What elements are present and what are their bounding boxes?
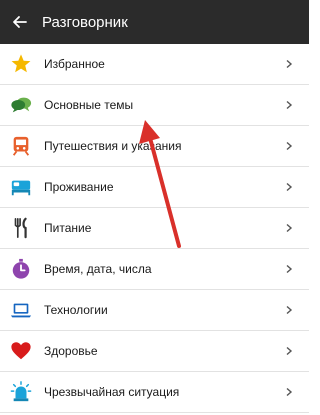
chevron-right-icon (275, 264, 303, 274)
list-item-emergency[interactable]: Чрезвычайная ситуация (0, 372, 309, 413)
list-item-label: Проживание (44, 180, 114, 194)
list-item-basic-topics[interactable]: Основные темы (0, 85, 309, 126)
list-item-technology[interactable]: Технологии (0, 290, 309, 331)
chevron-right-icon (275, 100, 303, 110)
list-item-time-date-numbers[interactable]: Время, дата, числа (0, 249, 309, 290)
list-item-health[interactable]: Здоровье (0, 331, 309, 372)
page-title: Разговорник (42, 13, 128, 31)
chevron-right-icon (275, 141, 303, 151)
list-item-food[interactable]: Питание (0, 208, 309, 249)
heart-icon (10, 340, 32, 362)
back-button[interactable] (0, 0, 40, 44)
list-item-label: Здоровье (44, 344, 98, 358)
laptop-icon (10, 299, 32, 321)
chevron-right-icon (275, 182, 303, 192)
list-item-travel[interactable]: Путешествия и указания (0, 126, 309, 167)
list-item-label: Питание (44, 221, 92, 235)
app-bar: Разговорник (0, 0, 309, 44)
chevron-right-icon (275, 387, 303, 397)
speech-bubbles-icon (10, 94, 32, 116)
arrow-left-icon (13, 16, 27, 28)
siren-icon (10, 381, 32, 403)
category-list: Избранное Основные темы Путешествия и ук… (0, 44, 309, 413)
chevron-right-icon (275, 223, 303, 233)
list-item-label: Избранное (44, 57, 105, 71)
chevron-right-icon (275, 346, 303, 356)
list-item-label: Основные темы (44, 98, 134, 112)
list-item-label: Технологии (44, 303, 108, 317)
star-icon (10, 53, 32, 75)
list-item-label: Время, дата, числа (44, 262, 152, 276)
bed-icon (10, 176, 32, 198)
list-item-favorites[interactable]: Избранное (0, 44, 309, 85)
chevron-right-icon (275, 59, 303, 69)
phrasebook-screen: Разговорник Избранное Основные темы Путе… (0, 0, 309, 415)
timer-icon (10, 258, 32, 280)
list-item-label: Путешествия и указания (44, 139, 182, 153)
fork-knife-icon (10, 217, 32, 239)
train-icon (10, 135, 32, 157)
list-item-label: Чрезвычайная ситуация (44, 385, 180, 399)
chevron-right-icon (275, 305, 303, 315)
list-item-accommodation[interactable]: Проживание (0, 167, 309, 208)
